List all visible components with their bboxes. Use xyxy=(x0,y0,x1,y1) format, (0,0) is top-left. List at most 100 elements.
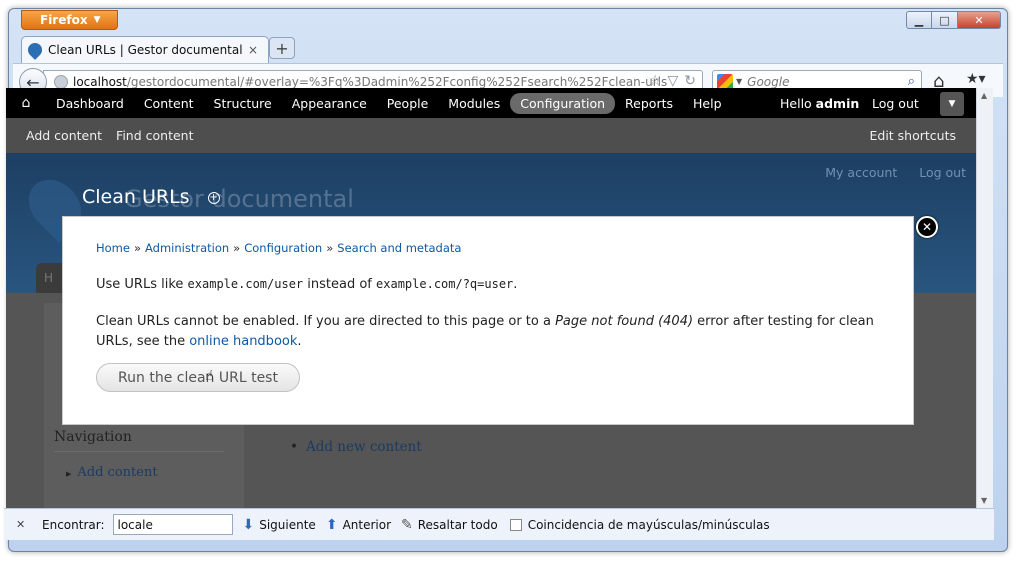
toolbar-item-modules[interactable]: Modules xyxy=(438,93,510,114)
toolbar-item-structure[interactable]: Structure xyxy=(204,93,282,114)
toolbar-item-dashboard[interactable]: Dashboard xyxy=(46,93,134,114)
close-icon[interactable]: ✕ xyxy=(916,216,938,238)
toolbar-item-help[interactable]: Help xyxy=(683,93,732,114)
url-host: localhost xyxy=(73,74,127,89)
reload-icon[interactable]: ↻ xyxy=(684,73,696,89)
shortcut-find-content[interactable]: Find content xyxy=(116,128,193,143)
find-previous-label: Anterior xyxy=(342,517,392,532)
page-viewport: Gestor documental My account Log out H N… xyxy=(6,88,976,508)
tab-title: Clean URLs | Gestor documental xyxy=(48,43,243,57)
arrow-up-icon: ⬆ xyxy=(325,516,338,533)
breadcrumb-separator: » xyxy=(133,241,142,255)
highlight-all-button[interactable]: ✎ Resaltar todo xyxy=(401,517,498,533)
highlighter-icon: ✎ xyxy=(401,516,413,533)
globe-icon xyxy=(54,74,68,89)
search-engine-dropdown-icon[interactable]: ▼ xyxy=(736,77,742,86)
maximize-button[interactable]: □ xyxy=(932,11,958,29)
username[interactable]: admin xyxy=(816,96,860,111)
find-bar: ✕ Encontrar: locale ⬇ Siguiente ⬆ Anteri… xyxy=(4,508,994,540)
drupal-favicon-icon xyxy=(25,40,45,60)
toolbar-item-appearance[interactable]: Appearance xyxy=(282,93,377,114)
admin-toolbar: ⌂ Dashboard Content Structure Appearance… xyxy=(6,88,976,118)
p1-text-c: . xyxy=(513,277,518,292)
breadcrumb-search-metadata[interactable]: Search and metadata xyxy=(337,241,461,255)
add-new-content-label: Add new content xyxy=(305,439,422,455)
find-next-button[interactable]: ⬇ Siguiente xyxy=(243,517,316,533)
shortcut-add-content[interactable]: Add content xyxy=(26,128,102,143)
url-icons: ☆ ▽ ↻ xyxy=(649,73,696,89)
navigation-title: Navigation xyxy=(54,429,132,445)
firefox-menu-label: Firefox xyxy=(40,13,88,27)
chevron-down-icon: ▼ xyxy=(93,15,101,25)
clean-url-warning: Clean URLs cannot be enabled. If you are… xyxy=(96,312,876,352)
search-placeholder: Google xyxy=(747,74,790,89)
overlay-title: Clean URLs + xyxy=(82,186,220,208)
online-handbook-link[interactable]: online handbook xyxy=(189,334,297,349)
toolbar-logout-link[interactable]: Log out xyxy=(872,96,919,111)
p1-code-query: example.com/?q=user xyxy=(376,277,514,291)
navigation-add-content-link[interactable]: ▶ Add content xyxy=(66,465,158,480)
edit-shortcuts-link[interactable]: Edit shortcuts xyxy=(869,128,956,143)
p2-text-c: . xyxy=(297,334,302,349)
history-dropdown-icon[interactable]: ▽ xyxy=(667,73,678,89)
breadcrumb-separator: » xyxy=(326,241,334,255)
shortcuts-bar: Add content Find content Edit shortcuts xyxy=(6,118,976,153)
home-icon[interactable]: ⌂ xyxy=(6,95,46,111)
p2-text-a: Clean URLs cannot be enabled. If you are… xyxy=(96,314,556,329)
triangle-right-icon: ▶ xyxy=(66,470,72,478)
scroll-down-icon[interactable]: ▼ xyxy=(981,496,987,505)
toolbar-item-people[interactable]: People xyxy=(377,93,439,114)
chevron-down-icon: ▼ xyxy=(948,99,956,109)
bullet-icon: • xyxy=(290,439,298,455)
bookmark-star-icon[interactable]: ☆ xyxy=(649,73,662,89)
breadcrumb: Home» Administration» Configuration» Search… xyxy=(96,241,461,255)
p2-emphasis: Page not found (404) xyxy=(555,314,694,329)
toolbar-user-greeting: Hello admin xyxy=(780,96,859,111)
scroll-up-icon[interactable]: ▲ xyxy=(981,91,987,100)
site-home-tab-label: H xyxy=(44,271,54,285)
secondary-menu: My account Log out xyxy=(807,165,966,180)
browser-tab[interactable]: Clean URLs | Gestor documental × xyxy=(21,36,269,63)
find-bar-close-icon[interactable]: ✕ xyxy=(16,518,30,531)
toolbar-item-reports[interactable]: Reports xyxy=(615,93,683,114)
breadcrumb-separator: » xyxy=(233,241,241,255)
find-input[interactable]: locale xyxy=(112,514,233,535)
page-title: Clean URLs xyxy=(82,186,190,208)
run-clean-url-test-button[interactable]: Run the clean URL test xyxy=(96,363,300,392)
navigation-divider xyxy=(54,451,224,452)
toolbar-drawer-toggle[interactable]: ▼ xyxy=(940,92,964,116)
arrow-down-icon: ⬇ xyxy=(242,516,255,533)
site-logout-link[interactable]: Log out xyxy=(919,165,966,180)
firefox-menu-button[interactable]: Firefox ▼ xyxy=(21,10,118,30)
checkbox-icon[interactable] xyxy=(509,518,522,531)
p1-text-b: instead of xyxy=(303,277,377,292)
minimize-button[interactable]: ▁ xyxy=(906,11,932,29)
tab-close-icon[interactable]: × xyxy=(246,43,260,57)
close-window-button[interactable]: ✕ xyxy=(958,11,1001,29)
new-tab-button[interactable]: + xyxy=(269,37,295,59)
hand-cursor-icon: ☝ xyxy=(205,368,214,384)
page-scrollbar[interactable]: ▲ ▼ xyxy=(976,88,993,508)
add-new-content-link[interactable]: • Add new content xyxy=(290,439,422,455)
find-label: Encontrar: xyxy=(42,517,105,532)
breadcrumb-administration[interactable]: Administration xyxy=(145,241,229,255)
toolbar-item-configuration[interactable]: Configuration xyxy=(510,92,616,114)
search-icon[interactable]: ⌕ xyxy=(908,74,915,89)
breadcrumb-home[interactable]: Home xyxy=(96,241,130,255)
toolbar-menu: Dashboard Content Structure Appearance P… xyxy=(46,92,732,114)
p1-text-a: Use URLs like xyxy=(96,277,188,292)
find-previous-button[interactable]: ⬆ Anterior xyxy=(326,517,391,533)
breadcrumb-configuration[interactable]: Configuration xyxy=(244,241,322,255)
match-case-checkbox[interactable]: Coincidencia de mayúsculas/minúsculas xyxy=(509,518,770,532)
find-next-label: Siguiente xyxy=(259,517,316,532)
navigation-add-content-label: Add content xyxy=(77,465,158,480)
hello-prefix: Hello xyxy=(780,96,816,111)
clean-url-description: Use URLs like example.com/user instead o… xyxy=(96,277,517,292)
url-path: /gestordocumental/#overlay=%3Fq%3Dadmin%… xyxy=(126,74,668,89)
my-account-link[interactable]: My account xyxy=(825,165,897,180)
add-shortcut-icon[interactable]: + xyxy=(207,191,220,204)
p1-code-clean: example.com/user xyxy=(187,277,304,291)
overlay-dialog: Home» Administration» Configuration» Search… xyxy=(62,216,914,425)
bookmarks-menu-button[interactable]: ★▾ xyxy=(966,71,986,87)
toolbar-item-content[interactable]: Content xyxy=(134,93,204,114)
